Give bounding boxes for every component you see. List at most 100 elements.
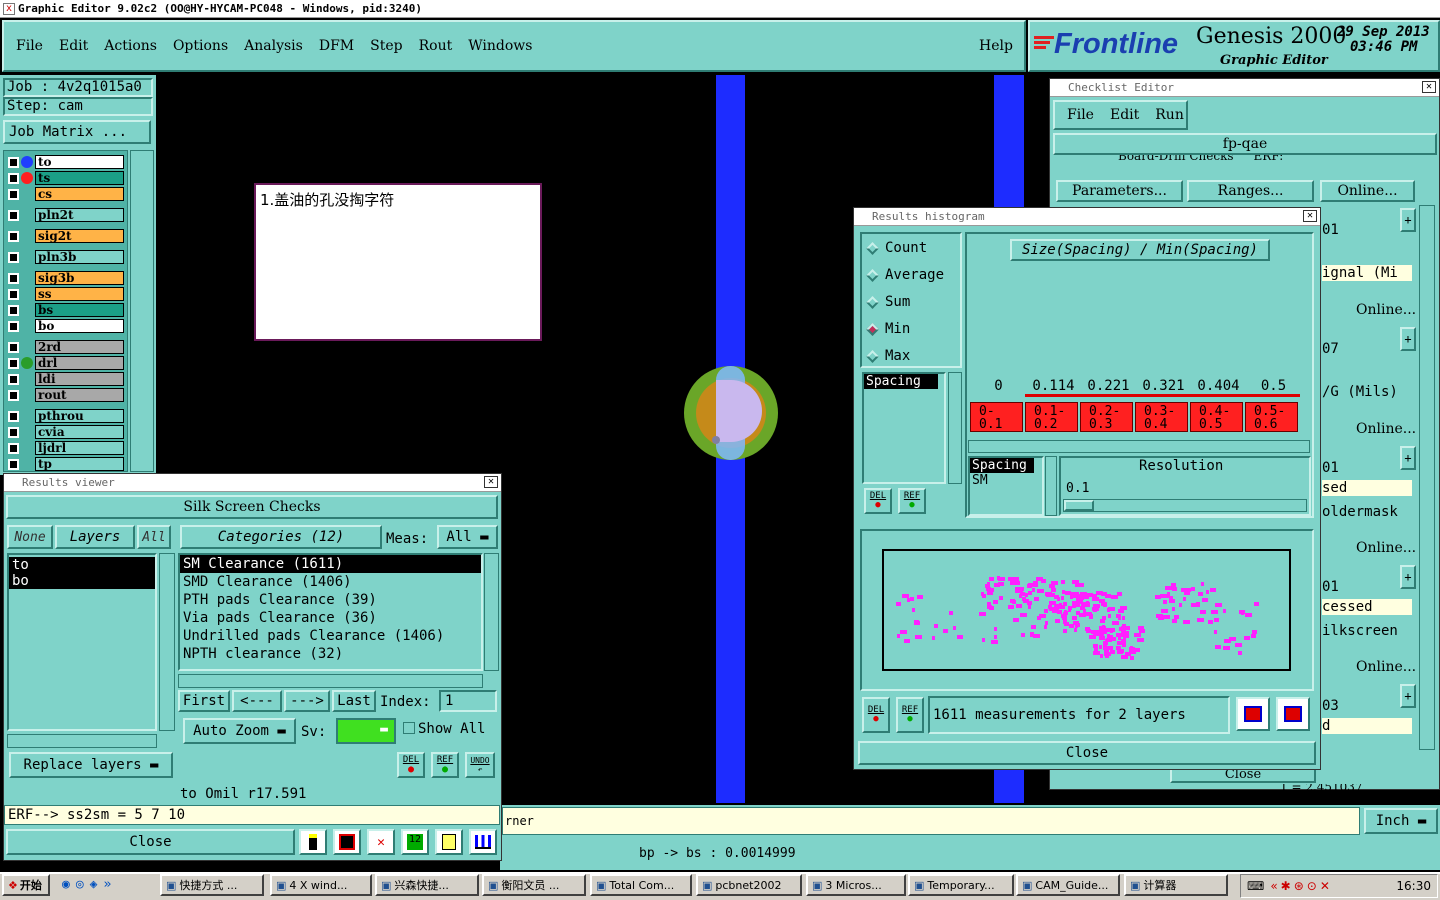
layer-checkbox[interactable]: [8, 156, 19, 168]
checklist-item[interactable]: /G (Mils): [1322, 384, 1398, 400]
layer-row-drl[interactable]: drl: [8, 356, 124, 370]
layer-row-tp[interactable]: tp: [8, 457, 124, 471]
category-vscroll[interactable]: [484, 553, 499, 671]
layer-status-dot[interactable]: [21, 341, 33, 353]
tool-icon-5[interactable]: [435, 829, 463, 855]
resolution-slider[interactable]: [1063, 499, 1307, 512]
layer-row-pln3b[interactable]: pln3b: [8, 250, 124, 264]
layer-checkbox[interactable]: [8, 389, 19, 401]
layer-checkbox[interactable]: [8, 373, 19, 385]
layer-name[interactable]: sig3b: [35, 271, 124, 285]
layer-name[interactable]: 2rd: [35, 340, 124, 354]
layer-name[interactable]: to: [35, 155, 124, 169]
checklist-item[interactable]: 07: [1322, 341, 1339, 357]
chart-hscroll[interactable]: [968, 440, 1310, 453]
checklist-menu-run[interactable]: Run: [1155, 107, 1184, 123]
online-button[interactable]: Online...: [1356, 659, 1416, 675]
menu-file[interactable]: File: [16, 38, 43, 54]
category-item[interactable]: NPTH clearance (32): [180, 645, 481, 663]
category-hscroll[interactable]: [178, 674, 483, 688]
layer-row-cvia[interactable]: cvia: [8, 425, 124, 439]
histogram-bin[interactable]: 0.1- 0.2: [1025, 402, 1078, 432]
annotation-note[interactable]: 1.盖油的孔没掏字符: [254, 183, 542, 341]
layer-checkbox[interactable]: [8, 230, 19, 242]
quicklaunch-icons[interactable]: ◉◎◈»: [62, 877, 117, 892]
layer-checkbox[interactable]: [8, 209, 19, 221]
menu-actions[interactable]: Actions: [104, 38, 157, 54]
mode-max-radio[interactable]: Max: [866, 348, 910, 364]
checklist-menu-edit[interactable]: Edit: [1110, 107, 1139, 123]
resolution-field-list[interactable]: Spacing SM: [968, 456, 1044, 516]
next-button[interactable]: --->: [284, 690, 330, 712]
layer-name[interactable]: drl: [35, 356, 124, 370]
mode-count-radio[interactable]: Count: [866, 240, 927, 256]
layer-status-dot[interactable]: [21, 230, 33, 242]
online-button[interactable]: Online...: [1356, 421, 1416, 437]
menu-rout[interactable]: Rout: [419, 38, 453, 54]
layer-checkbox[interactable]: [8, 357, 19, 369]
measurement-map[interactable]: [882, 549, 1291, 671]
tool-icon-1[interactable]: [299, 829, 327, 855]
mode-sum-radio[interactable]: Sum: [866, 294, 910, 310]
rv-undo-button[interactable]: UNDO ↶: [465, 752, 495, 778]
layer-name[interactable]: cvia: [35, 425, 124, 439]
category-item[interactable]: SM Clearance (1611): [180, 555, 481, 573]
layer-checkbox[interactable]: [8, 458, 19, 470]
layer-checkbox[interactable]: [8, 442, 19, 454]
layer-status-dot[interactable]: [21, 172, 33, 184]
parameters-button[interactable]: Parameters...: [1056, 180, 1183, 202]
categories-button[interactable]: Categories (12): [180, 525, 382, 549]
menu-dfm[interactable]: DFM: [319, 38, 354, 54]
layer-checkbox[interactable]: [8, 426, 19, 438]
checklist-item[interactable]: oldermask: [1322, 504, 1398, 520]
category-item[interactable]: Undrilled pads Clearance (1406): [180, 627, 481, 645]
replace-layers-select[interactable]: Replace layers ▬: [9, 752, 173, 778]
layers-button[interactable]: Layers: [55, 525, 135, 549]
layer-row-sig2t[interactable]: sig2t: [8, 229, 124, 243]
layer-status-dot[interactable]: [21, 357, 33, 369]
category-item[interactable]: PTH pads Clearance (39): [180, 591, 481, 609]
close-icon[interactable]: ✕: [1303, 210, 1317, 222]
rv-ref-button[interactable]: REF ●: [431, 752, 459, 778]
online-button[interactable]: Online...: [1356, 540, 1416, 556]
tool-icon-2[interactable]: [333, 829, 361, 855]
layer-row-ss[interactable]: ss: [8, 287, 124, 301]
sv-color-select[interactable]: ▬: [336, 718, 396, 744]
menu-windows[interactable]: Windows: [468, 38, 532, 54]
checklist-vscroll[interactable]: [1419, 205, 1435, 750]
res-item-sm[interactable]: SM: [970, 473, 1042, 488]
layer-status-dot[interactable]: [21, 373, 33, 385]
field-list[interactable]: Spacing: [862, 372, 946, 484]
close-icon[interactable]: ✕: [1422, 81, 1436, 93]
layer-checkbox[interactable]: [8, 410, 19, 422]
category-item[interactable]: Via pads Clearance (36): [180, 609, 481, 627]
expand-icon[interactable]: +: [1400, 565, 1416, 589]
layer-checkbox[interactable]: [8, 288, 19, 300]
expand-icon[interactable]: +: [1400, 446, 1416, 470]
histogram-bin[interactable]: 0.2- 0.3: [1080, 402, 1133, 432]
checklist-item[interactable]: ignal (Mi: [1322, 265, 1412, 281]
layer-checkbox[interactable]: [8, 251, 19, 263]
layer-name[interactable]: tp: [35, 457, 124, 471]
res-item-spacing[interactable]: Spacing: [970, 458, 1034, 473]
layer-row-sig3b[interactable]: sig3b: [8, 271, 124, 285]
layer-status-dot[interactable]: [21, 442, 33, 454]
menu-step[interactable]: Step: [370, 38, 402, 54]
layer-status-dot[interactable]: [21, 209, 33, 221]
checklist-item[interactable]: cessed: [1322, 599, 1412, 615]
checklist-menu-file[interactable]: File: [1067, 107, 1094, 123]
layer-checkbox[interactable]: [8, 272, 19, 284]
mode-min-radio[interactable]: Min: [866, 321, 910, 337]
layer-row-cs[interactable]: cs: [8, 187, 124, 201]
layer-checkbox[interactable]: [8, 188, 19, 200]
layer-name[interactable]: ss: [35, 287, 124, 301]
rv-close-button[interactable]: Close: [6, 829, 295, 855]
taskbar-item[interactable]: ▣ 3 Micros...: [806, 874, 906, 896]
checklist-item[interactable]: sed: [1322, 480, 1412, 496]
results-layer-list[interactable]: to bo: [7, 553, 157, 731]
layer-row-ljdrl[interactable]: ljdrl: [8, 441, 124, 455]
close-icon[interactable]: ✕: [484, 476, 498, 488]
layer-status-dot[interactable]: [21, 251, 33, 263]
taskbar-item[interactable]: ▣ 快捷方式 ...: [160, 874, 264, 896]
layer-status-dot[interactable]: [21, 272, 33, 284]
